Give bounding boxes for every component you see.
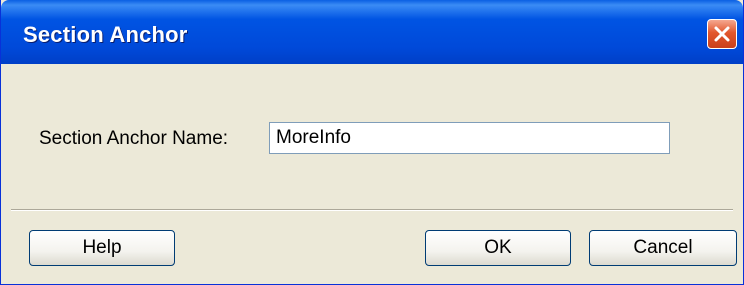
close-icon	[714, 26, 730, 42]
title-bar[interactable]: Section Anchor	[1, 0, 743, 64]
section-anchor-name-label: Section Anchor Name:	[39, 128, 229, 149]
help-button[interactable]: Help	[29, 230, 175, 266]
ok-button[interactable]: OK	[425, 230, 571, 266]
dialog-title: Section Anchor	[23, 22, 188, 47]
close-button[interactable]	[707, 19, 737, 49]
divider	[11, 209, 733, 211]
cancel-button[interactable]: Cancel	[589, 230, 737, 266]
section-anchor-dialog: Section Anchor Section Anchor Name: Help…	[0, 0, 744, 285]
section-anchor-name-input[interactable]	[269, 122, 670, 154]
